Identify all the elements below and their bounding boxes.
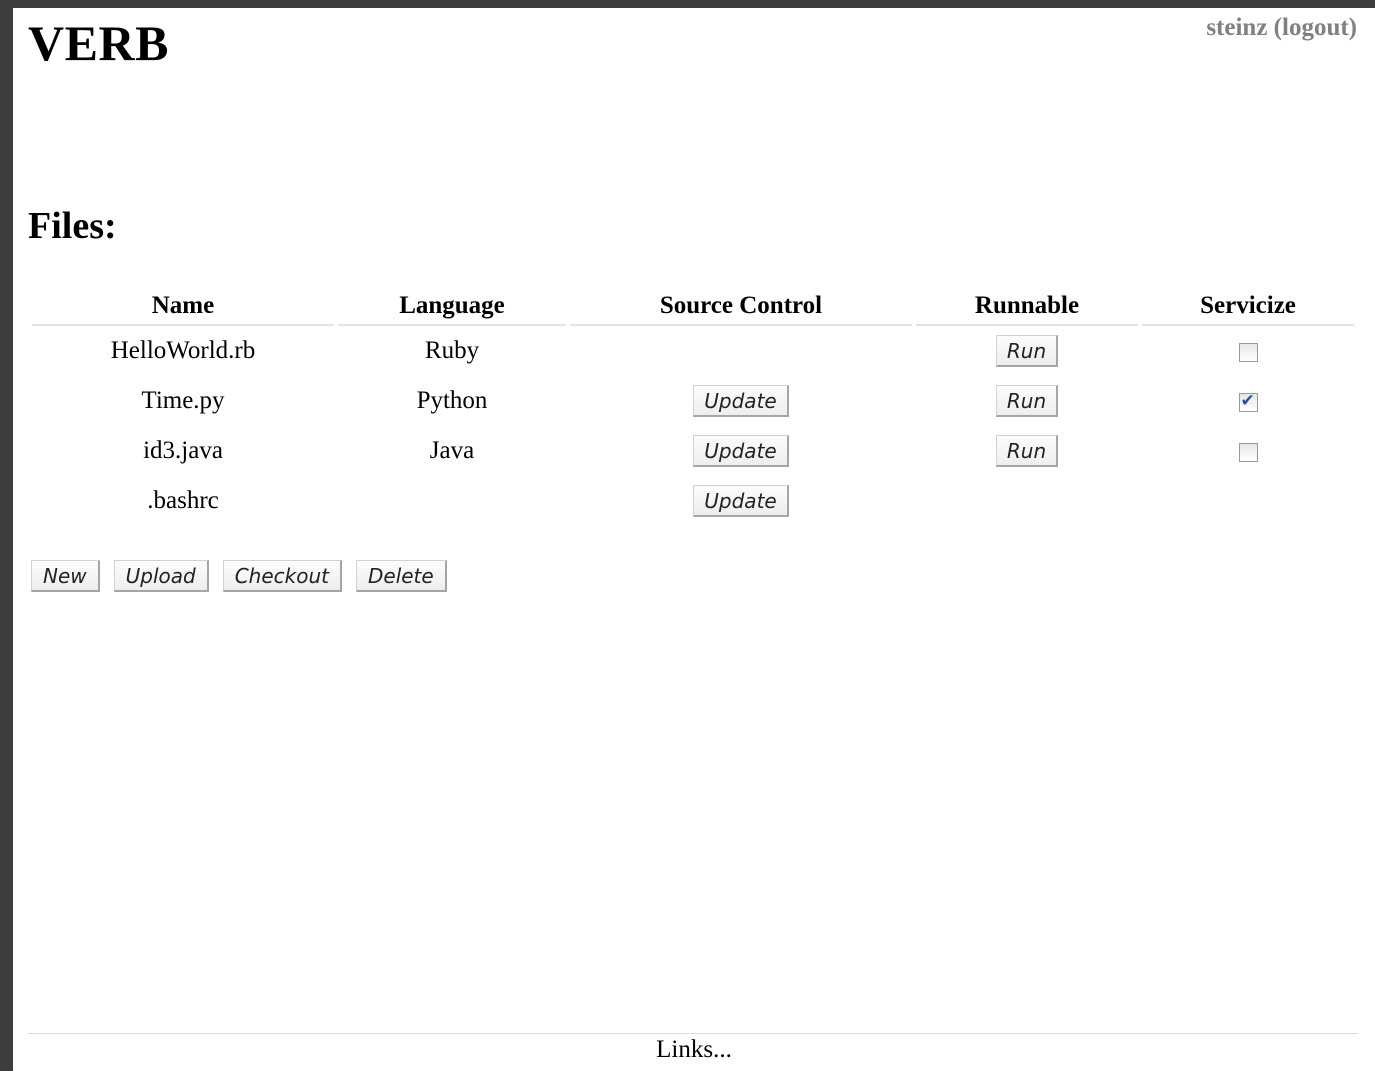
column-header-runnable: Runnable <box>916 288 1138 326</box>
file-runnable: Run <box>916 376 1138 426</box>
app-title: VERB <box>28 15 169 71</box>
file-rows: HelloWorld.rb Ruby Run Time.py Python Update R… <box>32 326 1354 526</box>
file-source-control: Update <box>570 376 912 426</box>
logout-link[interactable]: (logout) <box>1274 14 1357 41</box>
file-name: id3.java <box>143 437 223 464</box>
file-servicize <box>1142 326 1354 376</box>
checkout-button[interactable]: Checkout <box>222 560 342 592</box>
user-area: steinz (logout) <box>1206 14 1357 42</box>
file-servicize: ✔ <box>1142 376 1354 426</box>
file-source-control <box>570 326 912 376</box>
file-language <box>338 476 566 526</box>
file-source-control: Update <box>570 426 912 476</box>
upload-button[interactable]: Upload <box>113 560 209 592</box>
column-header-servicize: Servicize <box>1142 288 1354 326</box>
update-button[interactable]: Update <box>693 485 789 517</box>
column-header-name: Name <box>32 288 334 326</box>
footer-divider <box>28 1033 1358 1034</box>
file-runnable: Run <box>916 426 1138 476</box>
column-header-language: Language <box>338 288 566 326</box>
file-runnable <box>916 476 1138 526</box>
username: steinz <box>1206 14 1268 41</box>
footer-links[interactable]: Links... <box>13 1036 1375 1064</box>
servicize-checkbox[interactable] <box>1238 342 1258 362</box>
column-header-source-control: Source Control <box>570 288 912 326</box>
file-source-control: Update <box>570 476 912 526</box>
update-button[interactable]: Update <box>693 435 789 467</box>
run-button[interactable]: Run <box>995 385 1059 417</box>
file-language: Ruby <box>424 337 480 364</box>
checkmark-icon: ✔ <box>1240 390 1255 411</box>
delete-button[interactable]: Delete <box>355 560 447 592</box>
new-button[interactable]: New <box>31 560 100 592</box>
file-runnable: Run <box>916 326 1138 376</box>
servicize-checkbox[interactable]: ✔ <box>1238 390 1258 412</box>
table-header-row: Name Language Source Control Runnable Se… <box>32 288 1354 326</box>
table-row: id3.java Java Update Run <box>32 426 1354 476</box>
file-actions: New Upload Checkout Delete <box>31 560 447 592</box>
file-name: HelloWorld.rb <box>110 337 256 364</box>
table-row: HelloWorld.rb Ruby Run <box>32 326 1354 376</box>
file-servicize <box>1142 426 1354 476</box>
update-button[interactable]: Update <box>693 385 789 417</box>
file-name: .bashrc <box>147 487 219 514</box>
run-button[interactable]: Run <box>995 335 1059 367</box>
file-servicize <box>1142 476 1354 526</box>
table-row: Time.py Python Update Run ✔ <box>32 376 1354 426</box>
servicize-checkbox[interactable] <box>1238 442 1258 462</box>
file-name: Time.py <box>141 387 225 414</box>
files-table: Name Language Source Control Runnable Se… <box>28 288 1358 526</box>
table-row: .bashrc Update <box>32 476 1354 526</box>
run-button[interactable]: Run <box>995 435 1059 467</box>
file-language: Python <box>416 387 488 414</box>
file-language: Java <box>429 437 475 464</box>
files-heading: Files: <box>28 205 117 247</box>
page: VERB steinz (logout) Files: Name Languag… <box>13 8 1375 1071</box>
